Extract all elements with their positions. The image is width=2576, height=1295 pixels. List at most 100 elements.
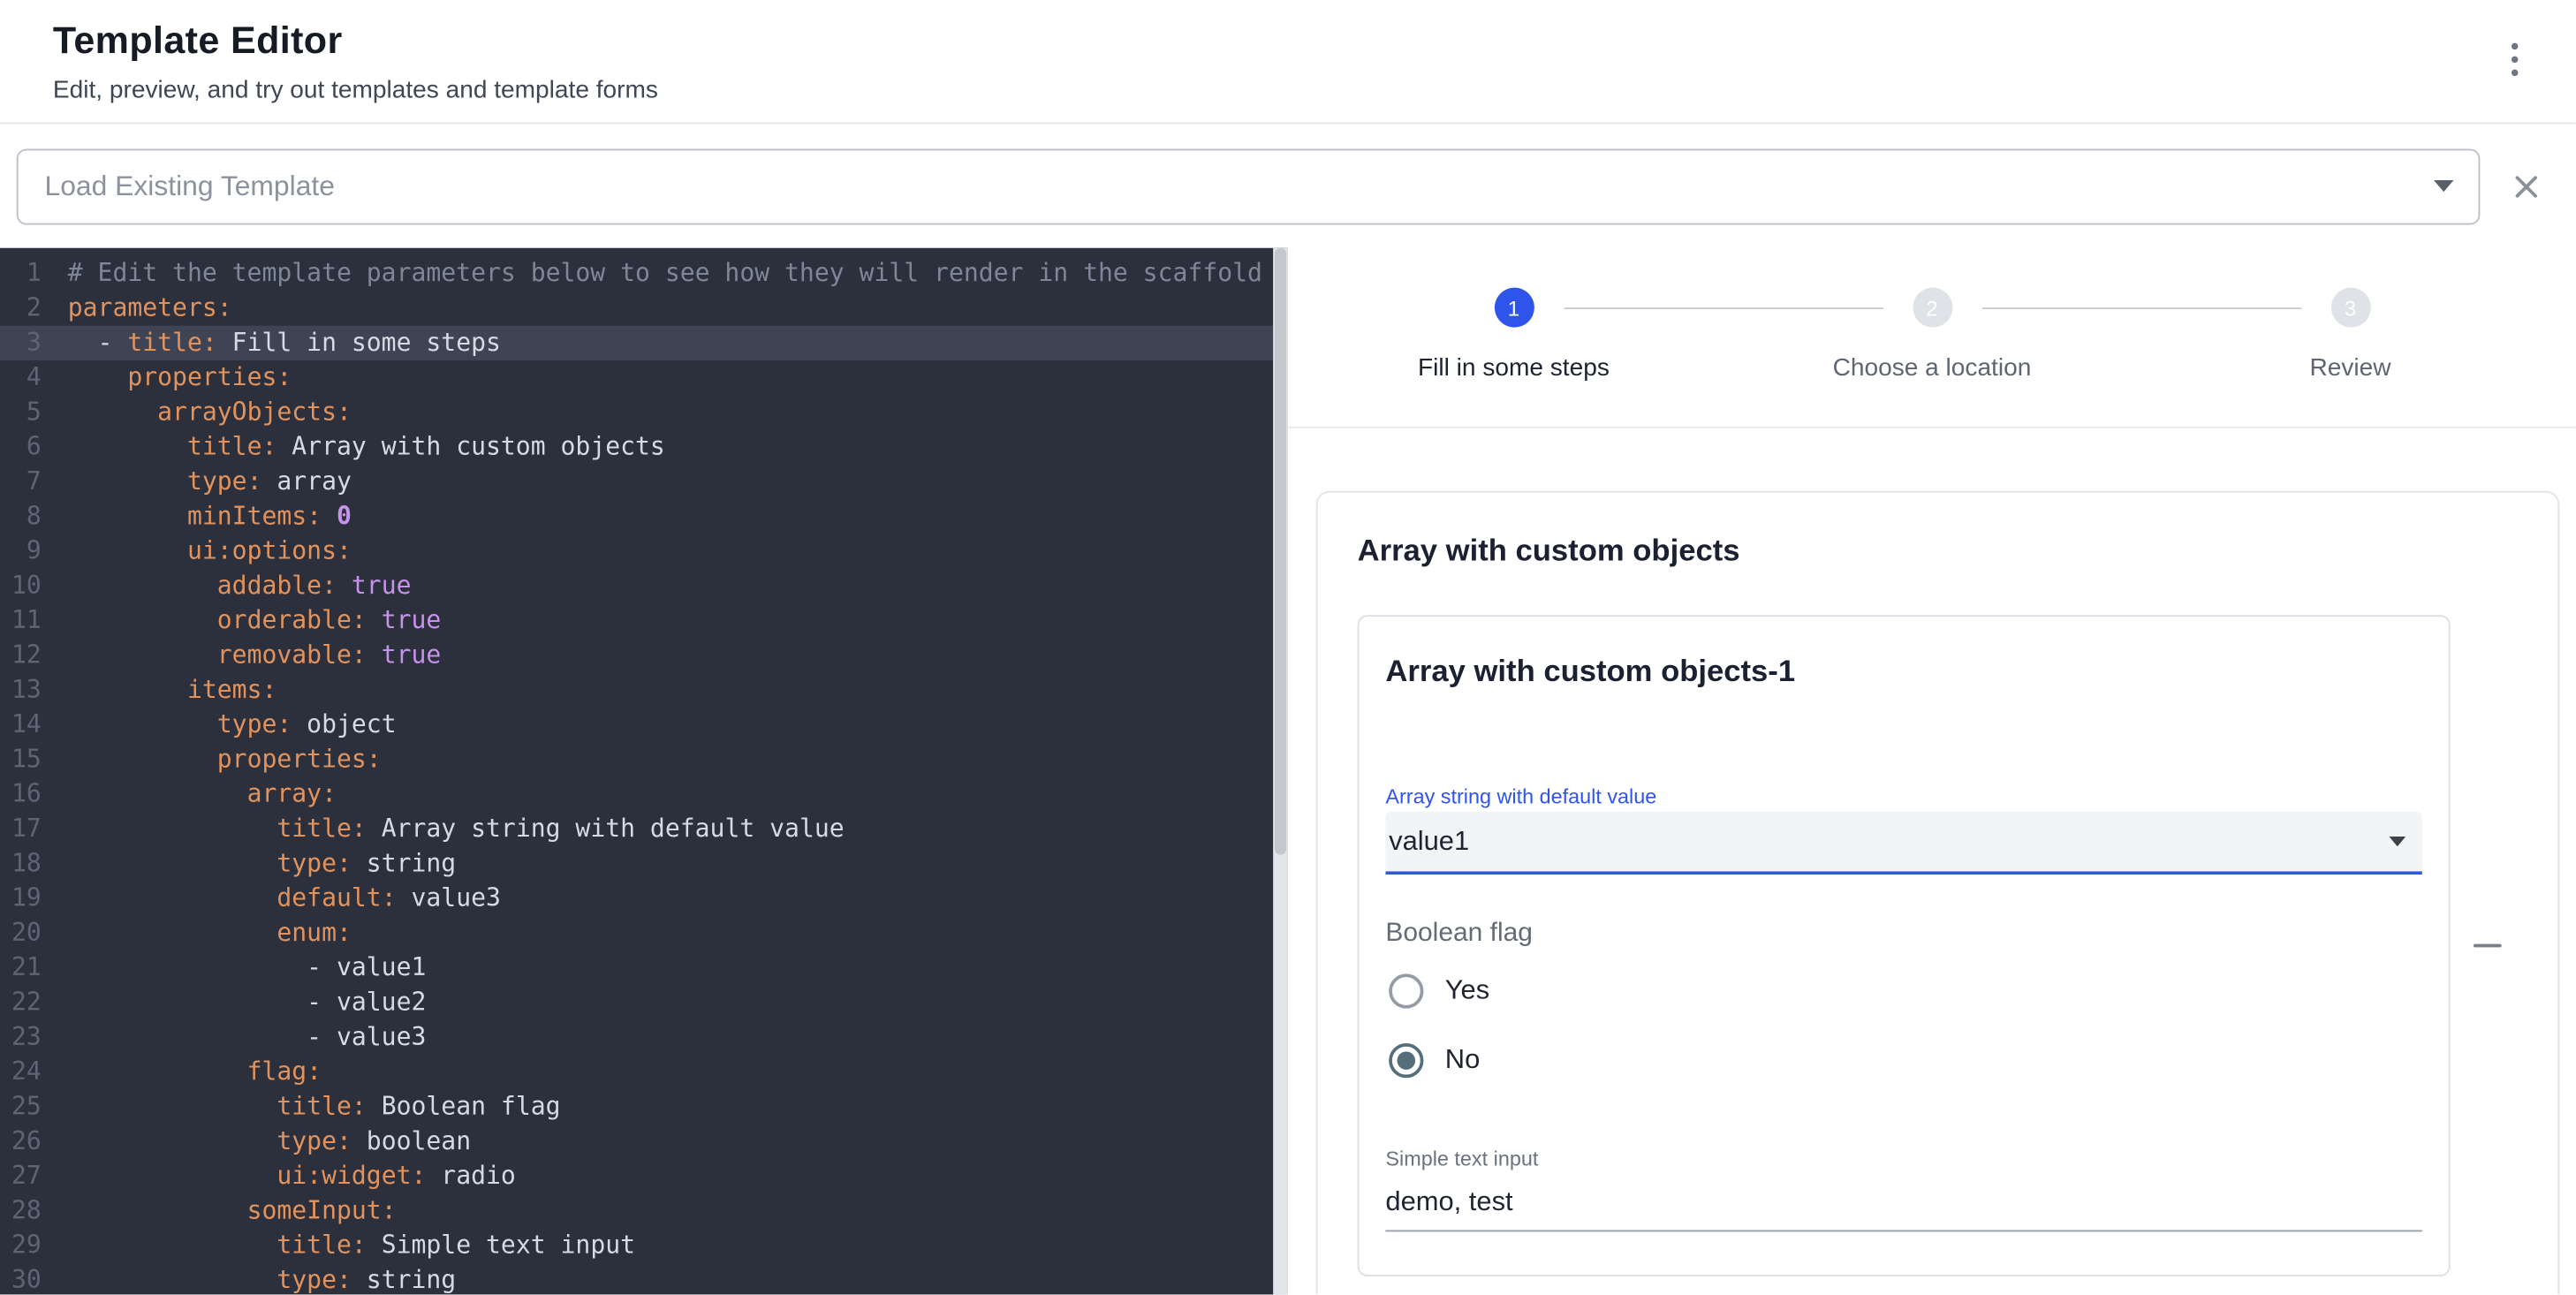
code-line[interactable]: 14 type: object <box>0 708 1288 742</box>
code-line[interactable]: 18 type: string <box>0 846 1288 881</box>
step-label: Review <box>2309 354 2390 382</box>
page-title: Template Editor <box>53 19 658 64</box>
code-line[interactable]: 24 flag: <box>0 1055 1288 1089</box>
code-line[interactable]: 5 arrayObjects: <box>0 395 1288 429</box>
more-options-button[interactable] <box>2487 32 2543 88</box>
line-number: 4 <box>0 360 42 395</box>
radio-unchecked-icon <box>1389 973 1423 1007</box>
code-line[interactable]: 29 title: Simple text input <box>0 1229 1288 1263</box>
code-line[interactable]: 28 someInput: <box>0 1193 1288 1228</box>
code-line[interactable]: 19 default: value3 <box>0 882 1288 916</box>
line-number: 1 <box>0 256 42 291</box>
text-field-label: Simple text input <box>1385 1147 2421 1170</box>
chevron-down-icon <box>2434 180 2453 192</box>
code-line[interactable]: 26 type: boolean <box>0 1125 1288 1159</box>
line-number: 10 <box>0 569 42 603</box>
code-line[interactable]: 8 minItems: 0 <box>0 499 1288 534</box>
template-loader-toolbar: Load Existing Template <box>0 124 2576 247</box>
line-number: 24 <box>0 1055 42 1089</box>
load-template-select[interactable]: Load Existing Template <box>17 148 2481 224</box>
stepper-connector <box>1564 307 1883 309</box>
code-line[interactable]: 4 properties: <box>0 360 1288 395</box>
radio-option[interactable]: Yes <box>1385 962 2421 1019</box>
code-line[interactable]: 11 orderable: true <box>0 603 1288 638</box>
stepper-step-3: 3Review <box>2141 288 2560 382</box>
line-number: 3 <box>0 326 42 360</box>
line-number: 25 <box>0 1089 42 1124</box>
step-number-icon: 2 <box>1913 288 1952 328</box>
code-line[interactable]: 7 type: array <box>0 465 1288 499</box>
code-line[interactable]: 21 - value1 <box>0 950 1288 985</box>
yaml-code-editor[interactable]: 1# Edit the template parameters below to… <box>0 248 1288 1295</box>
line-number: 22 <box>0 985 42 1019</box>
template-preview-panel: 1Fill in some steps2Choose a location3Re… <box>1288 248 2576 1295</box>
line-number: 28 <box>0 1193 42 1228</box>
chevron-down-icon <box>2389 837 2406 846</box>
radio-option-label: No <box>1445 1044 1480 1076</box>
page-subtitle: Edit, preview, and try out templates and… <box>53 76 658 104</box>
line-number: 17 <box>0 812 42 846</box>
stepper-section: 1Fill in some steps2Choose a location3Re… <box>1288 248 2576 428</box>
code-line[interactable]: 23 - value3 <box>0 1020 1288 1055</box>
code-line[interactable]: 13 items: <box>0 673 1288 708</box>
code-line[interactable]: 2parameters: <box>0 291 1288 325</box>
code-line[interactable]: 10 addable: true <box>0 569 1288 603</box>
line-number: 16 <box>0 777 42 812</box>
radio-group: Yes No <box>1385 962 2421 1087</box>
array-item-title: Array with custom objects-1 <box>1385 653 2421 689</box>
code-line[interactable]: 25 title: Boolean flag <box>0 1089 1288 1124</box>
page-header: Template Editor Edit, preview, and try o… <box>0 0 2576 124</box>
line-number: 7 <box>0 465 42 499</box>
line-number: 15 <box>0 742 42 776</box>
kebab-icon <box>2512 42 2519 49</box>
line-number: 2 <box>0 291 42 325</box>
code-line[interactable]: 3 - title: Fill in some steps <box>0 326 1288 360</box>
select-field-block: Array string with default value value1 <box>1385 785 2421 875</box>
line-number: 5 <box>0 395 42 429</box>
line-number: 8 <box>0 499 42 534</box>
form-preview-area: Array with custom objects Array with cus… <box>1288 428 2576 1295</box>
array-field-title: Array with custom objects <box>1358 533 2519 569</box>
code-line[interactable]: 6 title: Array with custom objects <box>0 430 1288 465</box>
select-field-label: Array string with default value <box>1385 785 2421 808</box>
code-line[interactable]: 30 type: string <box>0 1263 1288 1295</box>
code-line[interactable]: 27 ui:widget: radio <box>0 1159 1288 1193</box>
stepper-step-2: 2Choose a location <box>1723 288 2141 382</box>
editor-scrollbar[interactable] <box>1273 248 1288 1295</box>
line-number: 21 <box>0 950 42 985</box>
line-number: 11 <box>0 603 42 638</box>
code-line[interactable]: 12 removable: true <box>0 638 1288 672</box>
code-line[interactable]: 1# Edit the template parameters below to… <box>0 256 1288 291</box>
radio-checked-icon <box>1389 1042 1423 1077</box>
code-line[interactable]: 20 enum: <box>0 916 1288 950</box>
step-number-icon: 1 <box>1494 288 1534 328</box>
stepper-step-1: 1Fill in some steps <box>1305 288 1724 382</box>
line-number: 27 <box>0 1159 42 1193</box>
remove-item-button[interactable] <box>2451 909 2523 981</box>
line-number: 6 <box>0 430 42 465</box>
line-number: 13 <box>0 673 42 708</box>
scrollbar-thumb[interactable] <box>1275 248 1286 856</box>
remove-item-area <box>2451 909 2523 981</box>
line-number: 19 <box>0 882 42 916</box>
line-number: 12 <box>0 638 42 672</box>
code-line[interactable]: 15 properties: <box>0 742 1288 776</box>
line-number: 29 <box>0 1229 42 1263</box>
code-line[interactable]: 17 title: Array string with default valu… <box>0 812 1288 846</box>
array-field-card: Array with custom objects Array with cus… <box>1316 491 2559 1295</box>
radio-option[interactable]: No <box>1385 1032 2421 1088</box>
code-line[interactable]: 16 array: <box>0 777 1288 812</box>
line-number: 20 <box>0 916 42 950</box>
code-line[interactable]: 22 - value2 <box>0 985 1288 1019</box>
stepper-connector <box>1981 307 2300 309</box>
array-string-select[interactable]: value1 <box>1385 812 2421 875</box>
clear-template-button[interactable] <box>2496 156 2556 216</box>
code-lines: 1# Edit the template parameters below to… <box>0 256 1288 1295</box>
radio-option-label: Yes <box>1445 974 1489 1006</box>
code-line[interactable]: 9 ui:options: <box>0 534 1288 569</box>
select-value: value1 <box>1389 826 1469 858</box>
array-item-row: Array with custom objects-1 Array string… <box>1358 615 2519 1276</box>
main-split: 1# Edit the template parameters below to… <box>0 248 2576 1295</box>
line-number: 26 <box>0 1125 42 1159</box>
simple-text-input[interactable] <box>1385 1187 2421 1232</box>
